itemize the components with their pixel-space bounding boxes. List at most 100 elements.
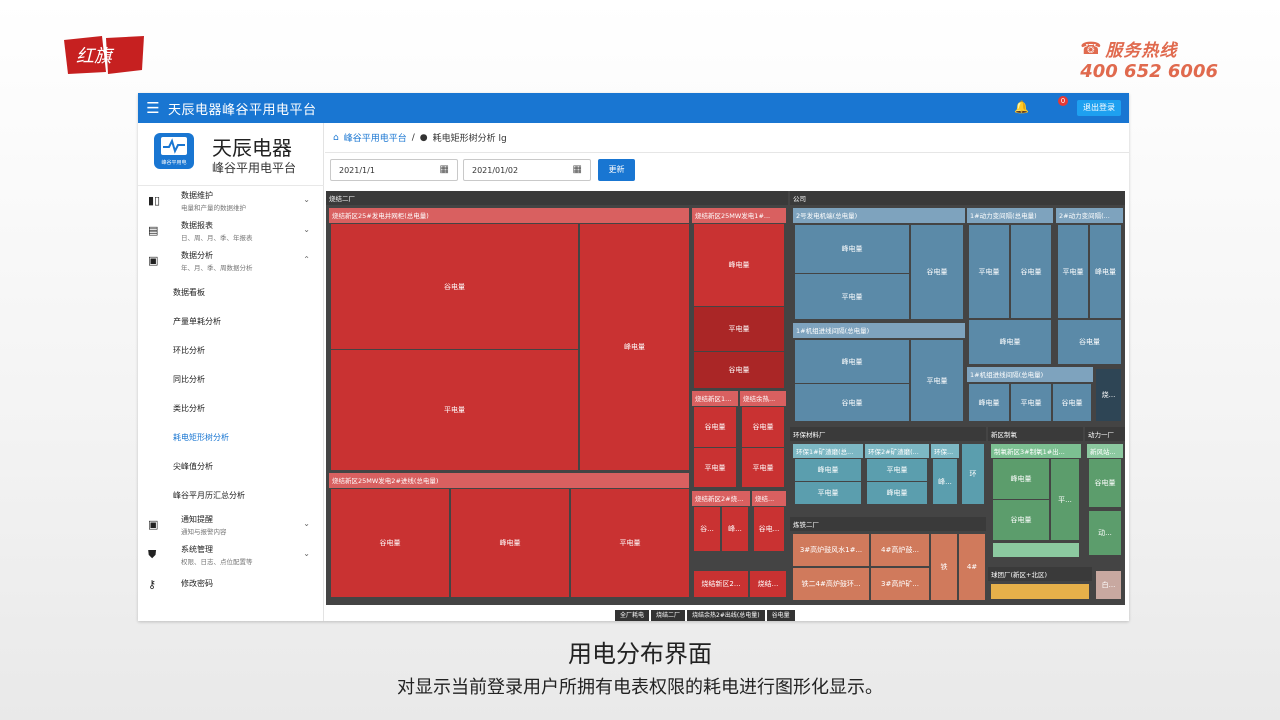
treemap-cell[interactable]: 谷电量 bbox=[694, 407, 736, 447]
treemap-cell[interactable]: 烧结... bbox=[750, 571, 786, 597]
treemap-cell[interactable]: 峰... bbox=[933, 459, 957, 504]
treemap-cell[interactable]: 峰电量 bbox=[580, 224, 689, 470]
treemap-cell[interactable]: 平电量 bbox=[969, 225, 1009, 318]
treemap-group-header[interactable]: 烧结二厂 bbox=[326, 191, 788, 205]
sidebar-subitem-calendar[interactable]: 峰谷平月历汇总分析 bbox=[173, 490, 245, 501]
treemap-cell[interactable]: 平电量 bbox=[867, 459, 927, 481]
treemap-cell[interactable]: 平... bbox=[1051, 459, 1079, 540]
sidebar-subitem-output-consumption[interactable]: 产量单耗分析 bbox=[173, 316, 221, 327]
treemap-path-item[interactable]: 全厂耗电 bbox=[615, 610, 650, 621]
treemap-cell[interactable]: 白... bbox=[1096, 571, 1121, 599]
treemap-group-header[interactable]: 公司 bbox=[790, 191, 1125, 205]
treemap-sub-header[interactable]: 2#动力变间隔(... bbox=[1056, 208, 1123, 223]
treemap-sub-header[interactable]: 环保2#矿渣磨(... bbox=[865, 444, 929, 458]
treemap-cell[interactable]: 平电量 bbox=[795, 274, 909, 319]
end-date-input[interactable]: 2021/01/02 ▦ bbox=[463, 159, 591, 181]
treemap-cell[interactable]: 平电量 bbox=[1058, 225, 1088, 318]
sidebar-item-notifications[interactable]: ▣ 通知提醒 通知与报警内容 ⌄ bbox=[138, 511, 324, 539]
treemap-cell[interactable]: 峰电量 bbox=[795, 225, 909, 273]
treemap-cell[interactable]: 3#高炉矿... bbox=[871, 568, 929, 600]
calendar-icon[interactable]: ▦ bbox=[440, 164, 449, 175]
treemap-sub-header[interactable]: 2号发电机端(总电量) bbox=[793, 208, 965, 223]
treemap-cell[interactable]: 烧... bbox=[1096, 369, 1121, 421]
treemap-cell[interactable]: 峰电量 bbox=[993, 459, 1049, 499]
treemap-path-item[interactable]: 谷电量 bbox=[766, 610, 795, 621]
menu-icon[interactable]: ☰ bbox=[138, 99, 168, 117]
treemap-cell[interactable] bbox=[991, 584, 1089, 599]
treemap-sub-header[interactable]: 烧结新区1... bbox=[692, 391, 738, 406]
sidebar-subitem-yoy[interactable]: 同比分析 bbox=[173, 374, 205, 385]
treemap-cell[interactable]: 谷电量 bbox=[795, 384, 909, 421]
treemap-cell[interactable]: 平电量 bbox=[911, 340, 963, 421]
treemap-cell[interactable]: 平电量 bbox=[795, 482, 861, 504]
treemap-cell[interactable]: 铁 bbox=[931, 534, 957, 600]
treemap-cell[interactable]: 谷电量 bbox=[1053, 384, 1091, 421]
treemap-group-header[interactable]: 球团厂(新区+北区) bbox=[988, 567, 1092, 581]
treemap-path-item[interactable]: 烧结余热2#出线(总电量) bbox=[687, 610, 765, 621]
treemap-cell[interactable]: 环 bbox=[962, 444, 984, 504]
treemap-group-header[interactable]: 动力一厂 bbox=[1085, 427, 1125, 441]
treemap-cell[interactable]: 峰电量 bbox=[969, 320, 1051, 364]
treemap-cell[interactable]: 峰电量 bbox=[795, 459, 861, 481]
home-icon[interactable]: ⌂ bbox=[333, 133, 339, 143]
sidebar-item-password[interactable]: ⚷ 修改密码 bbox=[138, 571, 324, 599]
treemap-cell[interactable]: 平电量 bbox=[694, 307, 784, 351]
treemap-group-header[interactable]: 新区制氧 bbox=[988, 427, 1083, 441]
sidebar-subitem-treemap[interactable]: 耗电矩形树分析 bbox=[173, 432, 229, 443]
sidebar-item-data-maintenance[interactable]: ▮▯ 数据维护 电量和产量的数据维护 ⌄ bbox=[138, 187, 324, 215]
treemap-sub-header[interactable]: 1#动力变间隔(总电量) bbox=[967, 208, 1053, 223]
treemap-cell[interactable]: 平电量 bbox=[331, 350, 578, 470]
start-date-input[interactable]: 2021/1/1 ▦ bbox=[330, 159, 458, 181]
treemap-sub-header[interactable]: 1#机组进线间隔(总电量) bbox=[967, 367, 1093, 382]
update-button[interactable]: 更新 bbox=[598, 159, 635, 181]
sidebar-item-analysis[interactable]: ▣ 数据分析 年、月、季、周数据分析 ⌃ bbox=[138, 247, 324, 275]
treemap-sub-header[interactable]: 烧结新区25#发电并网柜(总电量) bbox=[329, 208, 689, 223]
treemap-sub-header[interactable]: 烧结新区2#烧... bbox=[692, 491, 750, 506]
treemap-cell[interactable]: 4# bbox=[959, 534, 985, 600]
treemap-cell[interactable]: 平电量 bbox=[742, 448, 784, 487]
treemap-cell[interactable]: 谷电量 bbox=[1089, 459, 1121, 507]
breadcrumb-home[interactable]: 峰谷平用电平台 bbox=[344, 131, 407, 144]
treemap-cell[interactable]: 峰电量 bbox=[694, 224, 784, 306]
treemap-cell[interactable]: 峰电量 bbox=[451, 489, 569, 597]
treemap-cell[interactable]: 烧结新区2... bbox=[694, 571, 748, 597]
treemap-cell[interactable]: 谷电量 bbox=[993, 500, 1049, 540]
calendar-icon[interactable]: ▦ bbox=[573, 164, 582, 175]
treemap-cell[interactable]: 平电量 bbox=[1011, 384, 1051, 421]
treemap-cell[interactable]: 动... bbox=[1089, 511, 1121, 555]
treemap-sub-header[interactable]: 烧结新区25MW发电2#进线(总电量) bbox=[329, 473, 689, 488]
sidebar-subitem-dashboard[interactable]: 数据看板 bbox=[173, 287, 205, 298]
treemap-cell[interactable]: 谷电量 bbox=[694, 352, 784, 388]
treemap-cell[interactable]: 平电量 bbox=[571, 489, 689, 597]
treemap-sub-header[interactable]: 环保... bbox=[931, 444, 959, 458]
treemap-cell[interactable] bbox=[993, 543, 1079, 557]
treemap-cell[interactable]: 谷电量 bbox=[1058, 320, 1121, 364]
treemap-cell[interactable]: 谷电量 bbox=[331, 224, 578, 349]
sidebar-item-reports[interactable]: ▤ 数据报表 日、周、月、季、年报表 ⌄ bbox=[138, 217, 324, 245]
treemap-cell[interactable]: 峰电量 bbox=[795, 340, 909, 383]
treemap-cell[interactable]: 谷... bbox=[694, 507, 720, 551]
treemap-cell[interactable]: 4#高炉鼓... bbox=[871, 534, 929, 566]
sidebar-subitem-mom[interactable]: 环比分析 bbox=[173, 345, 205, 356]
logout-button[interactable]: 退出登录 bbox=[1077, 100, 1121, 116]
treemap-sub-header[interactable]: 新风站... bbox=[1087, 444, 1123, 458]
treemap-sub-header[interactable]: 烧结... bbox=[752, 491, 786, 506]
treemap-cell[interactable]: 谷电量 bbox=[742, 407, 784, 447]
treemap-cell[interactable]: 峰电量 bbox=[969, 384, 1009, 421]
treemap-sub-header[interactable]: 烧结新区25MW发电1#... bbox=[692, 208, 786, 223]
treemap-sub-header[interactable]: 制氧新区3#制氧1#出... bbox=[991, 444, 1081, 458]
treemap-sub-header[interactable]: 1#机组进线间隔(总电量) bbox=[793, 323, 965, 338]
treemap-cell[interactable]: 峰... bbox=[722, 507, 748, 551]
treemap-cell[interactable]: 平电量 bbox=[694, 448, 736, 487]
treemap-cell[interactable]: 谷电量 bbox=[911, 225, 963, 319]
treemap-cell[interactable]: 峰电量 bbox=[1090, 225, 1121, 318]
treemap-cell[interactable]: 3#高炉鼓风水1#... bbox=[793, 534, 869, 566]
treemap-cell[interactable]: 谷电量 bbox=[1011, 225, 1051, 318]
sidebar-item-system[interactable]: ⛊ 系统管理 权限、日志、点位配置等 ⌄ bbox=[138, 541, 324, 569]
treemap-sub-header[interactable]: 环保1#矿渣磨(总... bbox=[793, 444, 863, 458]
treemap-group-header[interactable]: 炼铁二厂 bbox=[790, 517, 986, 531]
treemap-sub-header[interactable]: 烧结余热... bbox=[740, 391, 786, 406]
treemap-cell[interactable]: 铁二4#高炉鼓环... bbox=[793, 568, 869, 600]
bell-icon[interactable]: 🔔 bbox=[1014, 100, 1029, 114]
treemap-cell[interactable]: 谷电... bbox=[754, 507, 784, 551]
